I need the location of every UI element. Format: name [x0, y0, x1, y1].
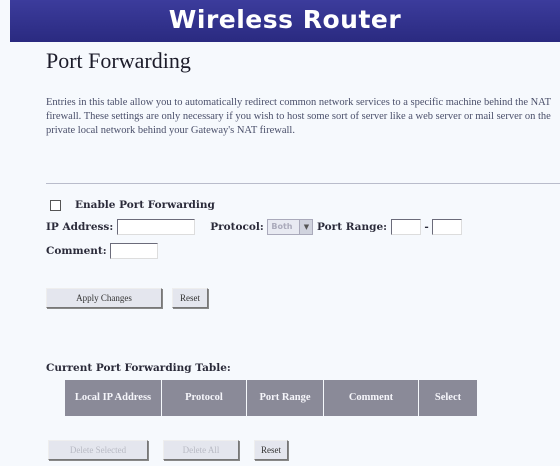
port-range-end-input[interactable] — [432, 219, 463, 235]
page-title: Port Forwarding — [46, 48, 191, 73]
ip-address-label: IP Address: — [46, 221, 114, 233]
delete-all-button[interactable]: Delete All — [163, 440, 239, 460]
protocol-label: Protocol: — [210, 221, 264, 233]
table-header-row: Local IP Address Protocol Port Range Com… — [64, 379, 478, 417]
protocol-selected-value: Both — [271, 222, 293, 231]
protocol-select[interactable]: Both ▼ — [267, 219, 314, 235]
chevron-down-icon[interactable]: ▼ — [299, 220, 313, 234]
section-divider — [46, 183, 560, 184]
enable-port-forwarding-label: Enable Port Forwarding — [75, 199, 215, 211]
apply-changes-button[interactable]: Apply Changes — [46, 288, 162, 308]
table-title: Current Port Forwarding Table: — [46, 362, 231, 374]
delete-selected-button[interactable]: Delete Selected — [48, 440, 148, 460]
port-forwarding-table: Local IP Address Protocol Port Range Com… — [64, 379, 478, 417]
port-range-start-input[interactable] — [390, 219, 421, 235]
comment-label: Comment: — [46, 245, 107, 257]
port-range-label: Port Range: — [317, 221, 388, 233]
rule-input-row: IP Address: Protocol: Both ▼ Port Range: … — [46, 219, 463, 235]
column-header-protocol: Protocol — [161, 379, 247, 417]
enable-row: Enable Port Forwarding — [46, 199, 215, 211]
app-banner: Wireless Router — [10, 0, 560, 42]
reset-table-button[interactable]: Reset — [254, 440, 288, 460]
column-header-select: Select — [418, 379, 478, 417]
comment-row: Comment: — [46, 243, 159, 259]
ip-address-input[interactable] — [116, 219, 195, 235]
port-range-separator: - — [424, 221, 429, 233]
page-description: Entries in this table allow you to autom… — [46, 97, 551, 136]
comment-input[interactable] — [110, 243, 159, 259]
reset-button[interactable]: Reset — [172, 288, 208, 308]
column-header-local-ip: Local IP Address — [64, 379, 162, 417]
column-header-port-range: Port Range — [246, 379, 324, 417]
enable-port-forwarding-checkbox[interactable] — [50, 199, 61, 211]
column-header-comment: Comment — [323, 379, 419, 417]
